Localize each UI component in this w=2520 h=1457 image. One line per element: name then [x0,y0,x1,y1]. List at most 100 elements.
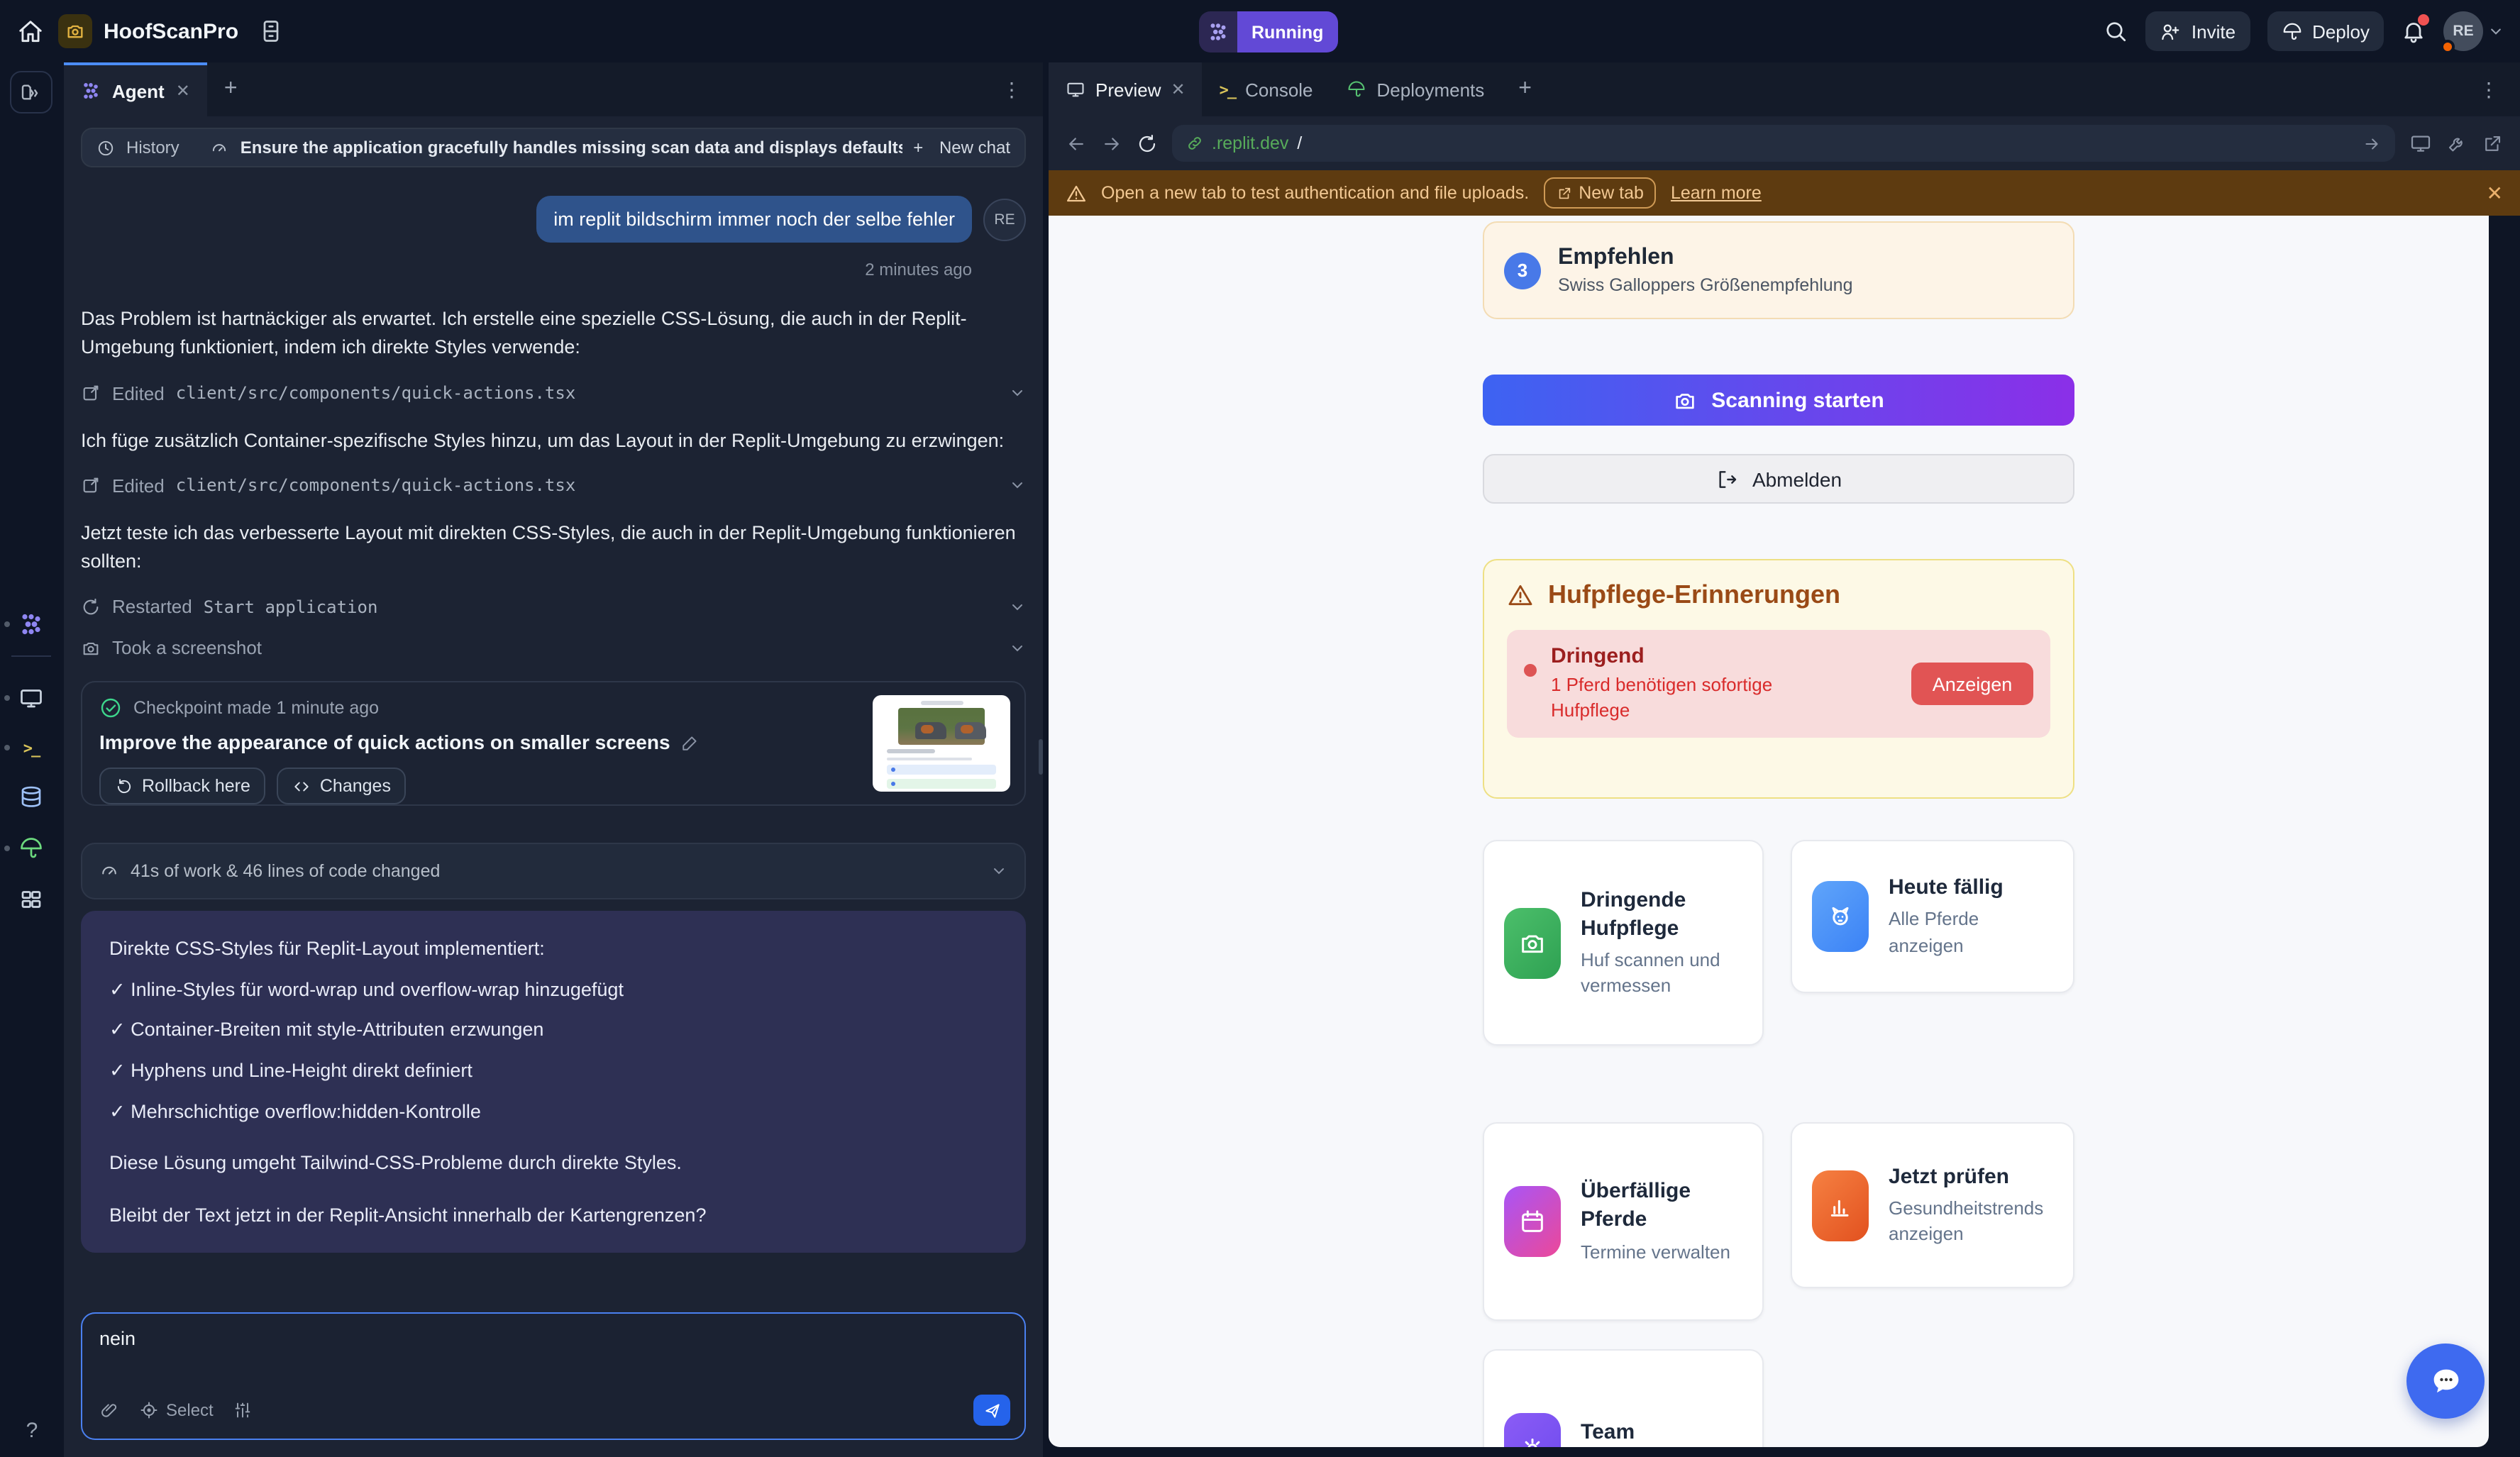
start-scanning-button[interactable]: Scanning starten [1483,375,2074,426]
chat-input[interactable]: nein Select [81,1312,1026,1440]
rollback-icon [115,777,133,796]
close-tab-icon[interactable]: ✕ [176,81,190,101]
invite-button[interactable]: Invite [2146,11,2250,51]
edit-file-icon [81,383,101,403]
rail-agent-icon[interactable] [17,610,45,638]
new-tab-button[interactable]: + [207,62,255,116]
help-icon[interactable]: ? [0,1419,64,1443]
settings-sliders-icon[interactable] [233,1400,253,1420]
chevron-down-icon[interactable] [1009,384,1026,401]
pencil-icon[interactable] [682,733,700,752]
camera-icon [1673,388,1697,412]
open-external-icon[interactable] [2482,133,2503,154]
history-bar[interactable]: History Ensure the application gracefull… [81,128,1026,167]
quick-action-subtitle: Termine verwalten [1581,1239,1734,1265]
logout-button[interactable]: Abmelden [1483,454,2074,504]
rail-database-icon[interactable] [17,783,45,811]
rail-deployments-icon[interactable] [17,834,45,863]
gear-icon [1504,1413,1561,1447]
refresh-icon[interactable] [1137,133,1158,154]
chevron-down-icon[interactable] [1009,477,1026,494]
back-icon[interactable] [1066,133,1087,154]
search-icon[interactable] [2104,18,2129,44]
home-icon[interactable] [17,18,44,45]
edited-file-row[interactable]: Edited client/src/components/quick-actio… [81,475,1026,497]
code-icon [293,777,311,796]
url-path: / [1297,133,1302,153]
edited-file-row[interactable]: Edited client/src/components/quick-actio… [81,382,1026,404]
warning-icon [1066,182,1087,204]
edit-file-icon [81,476,101,496]
scrollbar-thumb[interactable] [1039,739,1043,775]
new-tab-button[interactable]: + [1501,62,1549,116]
devtools-monitor-icon[interactable] [2409,132,2432,155]
rail-console-icon[interactable]: >_ [17,733,45,762]
wrench-icon[interactable] [2446,133,2468,154]
file-cabinet-icon[interactable] [258,18,284,44]
summary-intro: Direkte CSS-Styles für Replit-Layout imp… [109,936,998,963]
kebab-menu-icon[interactable]: ⋮ [2459,62,2520,116]
screenshot-row[interactable]: Took a screenshot [81,638,1026,659]
close-banner-icon[interactable]: ✕ [2487,181,2503,205]
restarted-row[interactable]: Restarted Start application [81,597,1026,618]
dot [4,745,10,750]
notification-dot [2418,14,2429,26]
notifications-bell-icon[interactable] [2401,18,2426,44]
chat-fab-button[interactable] [2406,1344,2485,1419]
warning-icon [1507,582,1534,609]
checkpoint-thumbnail[interactable] [873,696,1010,792]
new-chat-button[interactable]: + New chat [913,138,1010,157]
go-arrow-icon[interactable] [2362,134,2381,153]
rail-preview-icon[interactable] [17,684,45,712]
chevron-down-icon[interactable] [1009,640,1026,657]
run-status[interactable]: Running [1199,11,1337,52]
forward-icon[interactable] [1101,133,1122,154]
show-urgent-button[interactable]: Anzeigen [1911,663,2033,705]
chevron-down-icon[interactable] [990,863,1007,880]
rail-apps-grid-icon[interactable] [17,885,45,914]
quick-action-card[interactable]: Jetzt prüfenGesundheitstrends anzeigen [1791,1122,2074,1288]
user-message-bubble: im replit bildschirm immer noch der selb… [536,196,972,243]
history-label: History [126,138,179,157]
select-element-tool[interactable]: Select [139,1400,214,1420]
dot [4,621,10,627]
project-camera-icon [58,14,92,48]
deploy-button[interactable]: Deploy [2267,11,2384,51]
tab-agent[interactable]: Agent ✕ [64,62,207,116]
url-bar[interactable]: .replit.dev / [1172,125,2395,162]
summary-outro: Diese Lösung umgeht Tailwind-CSS-Problem… [109,1149,998,1177]
quick-action-card[interactable]: Überfällige PferdeTermine verwalten [1483,1122,1764,1321]
agent-panel-body: History Ensure the application gracefull… [64,116,1043,1457]
quick-action-card[interactable]: Dringende HufpflegeHuf scannen und verme… [1483,840,1764,1046]
project-badge[interactable]: HoofScanPro [58,14,238,48]
close-tab-icon[interactable]: ✕ [1171,79,1186,99]
collapse-sidebar-button[interactable] [10,71,52,113]
urgent-text: 1 Pferd benötigen sofortige Hufpflege [1551,672,1775,724]
quick-action-title: Dringende Hufpflege [1581,886,1734,943]
chat-input-value[interactable]: nein [99,1328,1007,1349]
attach-file-icon[interactable] [99,1400,119,1420]
tab-deployments[interactable]: Deployments [1330,62,1502,116]
rollback-button[interactable]: Rollback here [99,768,266,805]
kebab-menu-icon[interactable]: ⋮ [982,62,1043,116]
learn-more-link[interactable]: Learn more [1671,183,1762,203]
new-tab-button[interactable]: New tab [1543,177,1657,209]
camera-icon [1504,907,1561,978]
quick-action-card[interactable]: TeamTeammitglieder [1483,1349,1764,1447]
camera-icon [81,638,101,658]
agent-summary-card: Direkte CSS-Styles für Replit-Layout imp… [81,912,1026,1253]
account-menu[interactable]: RE [2443,11,2503,51]
send-button[interactable] [973,1395,1010,1426]
chevron-down-icon[interactable] [1009,599,1026,616]
person-plus-icon [2160,21,2182,42]
summary-check-item: ✓ Inline-Styles für word-wrap und overfl… [109,976,998,1004]
tab-preview[interactable]: Preview ✕ [1049,62,1203,116]
target-icon [139,1400,159,1420]
changes-button[interactable]: Changes [277,768,407,805]
tab-console[interactable]: >_ Console [1203,62,1330,116]
urgent-reminder: Dringend 1 Pferd benötigen sofortige Huf… [1507,630,2050,738]
quick-action-card[interactable]: Heute fälligAlle Pferde anzeigen [1791,840,2074,993]
quick-action-title: Team [1581,1419,1734,1447]
work-summary-bar[interactable]: 41s of work & 46 lines of code changed [81,843,1026,900]
replit-logo-icon [1199,11,1237,52]
